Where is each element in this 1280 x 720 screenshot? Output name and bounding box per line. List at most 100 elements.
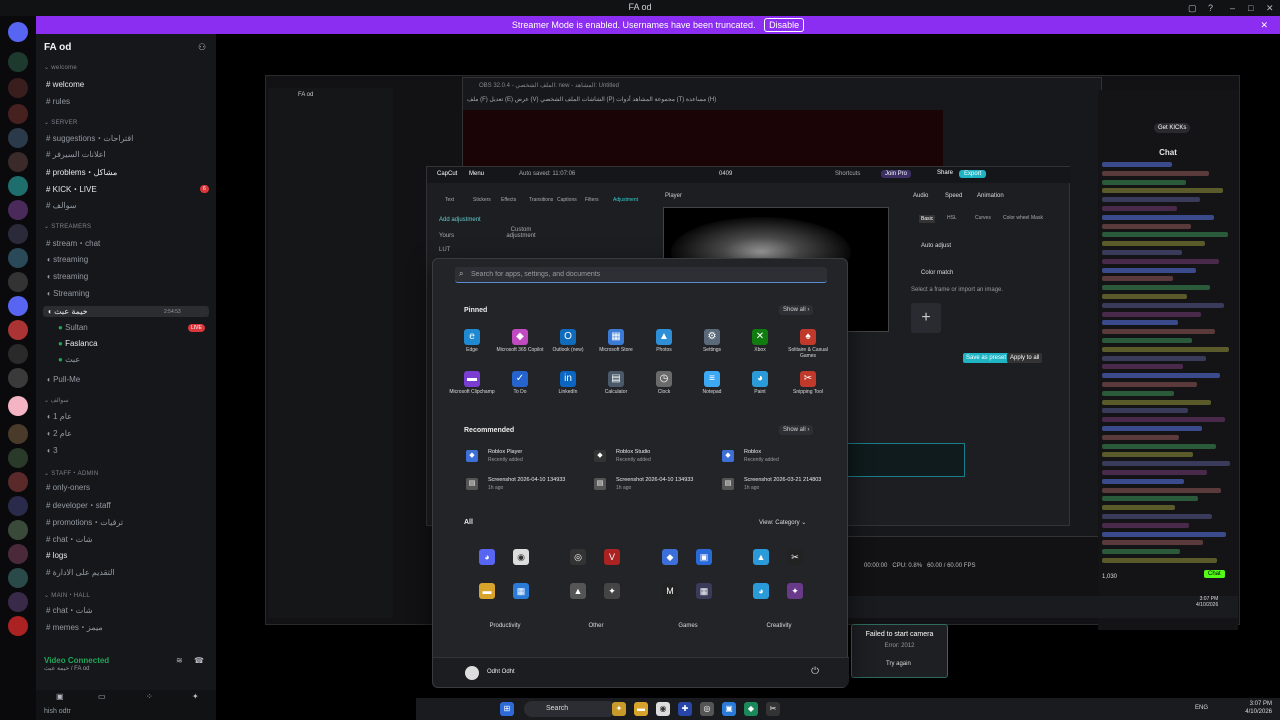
app-icon[interactable]: ◆	[744, 702, 758, 716]
server-icon[interactable]	[8, 592, 28, 612]
channel-item[interactable]: # rules	[46, 97, 70, 106]
start-search-input[interactable]	[471, 269, 811, 280]
disconnect-icon[interactable]: ☎	[194, 656, 204, 665]
channel-category[interactable]: ⌄ welcome	[44, 64, 77, 71]
server-icon[interactable]	[8, 224, 28, 244]
pinned-app[interactable]: ✕ Xbox	[736, 329, 784, 353]
taskbar-search[interactable]: Search	[524, 701, 616, 717]
recommended-show-all-button[interactable]: Show all ›	[779, 425, 814, 435]
channel-item[interactable]: ◖ عام 1	[46, 412, 72, 421]
windows-start-icon[interactable]: ⊞	[500, 702, 514, 716]
voice-user[interactable]: ● عبث	[58, 355, 80, 364]
channel-item[interactable]: # developer・staff	[46, 500, 111, 511]
pinned-app[interactable]: ✂ Snipping Tool	[784, 371, 832, 395]
pinned-app[interactable]: in LinkedIn	[544, 371, 592, 395]
voice-user[interactable]: ● Sultan	[58, 323, 88, 332]
channel-item[interactable]: # logs	[46, 551, 67, 560]
channel-item[interactable]: # promotions・ترقيات	[46, 517, 123, 528]
taskbar-clock[interactable]: 3:07 PM 4/10/2026	[1245, 700, 1272, 716]
disable-streamer-mode-button[interactable]: Disable	[764, 18, 805, 32]
widget-icon[interactable]: ✦	[612, 702, 626, 716]
channel-item[interactable]: ◖ Pull-Me	[46, 375, 80, 384]
minimize-button[interactable]: –	[1230, 3, 1235, 13]
channel-item[interactable]: # chat・شات	[46, 605, 92, 616]
server-icon[interactable]	[8, 248, 28, 268]
close-icon[interactable]: ✕	[1260, 16, 1268, 34]
pinned-app[interactable]: ⚙ Settings	[688, 329, 736, 353]
recommended-item[interactable]: ▤ Screenshot 2026-03-21 214803 1h ago	[722, 475, 844, 495]
recommended-item[interactable]: ◆ Roblox Recently added	[722, 447, 844, 467]
close-button[interactable]: ✕	[1266, 3, 1274, 14]
noise-suppression-icon[interactable]: ≋	[176, 656, 183, 665]
server-icon[interactable]	[8, 616, 28, 636]
maximize-button[interactable]: □	[1248, 3, 1253, 13]
channel-item[interactable]: # welcome	[46, 80, 84, 89]
server-icon[interactable]	[8, 472, 28, 492]
channel-item[interactable]: ◖ streaming	[46, 255, 88, 264]
server-icon[interactable]	[8, 568, 28, 588]
server-icon[interactable]	[8, 424, 28, 444]
server-icon[interactable]	[8, 496, 28, 516]
start-user-name[interactable]: Odht Odht	[487, 669, 515, 675]
server-icon[interactable]	[8, 104, 28, 124]
channel-item[interactable]: # اعلانات السيرفر	[46, 150, 106, 159]
language-indicator[interactable]: ENG	[1195, 705, 1208, 711]
username[interactable]: hish odtr	[44, 708, 71, 715]
channel-item[interactable]: ◖ 3	[46, 446, 58, 455]
discord-home-icon[interactable]	[8, 22, 28, 42]
camera-icon[interactable]: ▣	[56, 692, 64, 701]
channel-category[interactable]: ⌄ STAFF・ADMIN	[44, 468, 98, 477]
channel-item[interactable]: ◖ خيمة عبث	[43, 306, 209, 317]
channel-item[interactable]: # stream・chat	[46, 238, 100, 249]
pinned-app[interactable]: ▦ Microsoft Store	[592, 329, 640, 353]
app-category-folder[interactable]: ◆ ▣ M ▦ Games	[650, 539, 726, 629]
pinned-app[interactable]: ◷ Clock	[640, 371, 688, 395]
server-icon[interactable]	[8, 448, 28, 468]
view-category-button[interactable]: View: Category ⌄	[759, 519, 806, 526]
channel-item[interactable]: # memes・ميمز	[46, 622, 103, 633]
channel-item[interactable]: # only-oners	[46, 483, 90, 492]
channel-item[interactable]: # chat・شات	[46, 534, 92, 545]
add-friend-icon[interactable]: ⚇	[198, 42, 206, 53]
server-icon[interactable]	[8, 272, 28, 292]
app-category-folder[interactable]: ▲ ✂ ◕ ✦ Creativity	[741, 539, 817, 629]
pinned-app[interactable]: ▤ Calculator	[592, 371, 640, 395]
soundboard-icon[interactable]: ✦	[192, 692, 199, 701]
channel-item[interactable]: # التقديم على الادارة	[46, 568, 115, 577]
recommended-item[interactable]: ◆ Roblox Player Recently added	[466, 447, 588, 467]
pinned-app[interactable]: ✓ To Do	[496, 371, 544, 395]
recommended-item[interactable]: ▤ Screenshot 2026-04-10 134933 1h ago	[594, 475, 716, 495]
capcut-icon[interactable]: ✂	[766, 702, 780, 716]
channel-category[interactable]: ⌄ SERVER	[44, 119, 78, 126]
channel-item[interactable]: # سوالف	[46, 201, 76, 210]
pinned-app[interactable]: ♠ Solitaire & Casual Games	[784, 329, 832, 359]
chrome-icon[interactable]: ◉	[656, 702, 670, 716]
pinned-app[interactable]: ▬ Microsoft Clipchamp	[448, 371, 496, 395]
pinned-show-all-button[interactable]: Show all ›	[779, 305, 814, 315]
avatar[interactable]	[465, 666, 479, 680]
app-icon[interactable]: ✚	[678, 702, 692, 716]
channel-category[interactable]: ⌄ سوالف	[44, 397, 69, 404]
channel-item[interactable]: ◖ عام 2	[46, 429, 72, 438]
app-icon[interactable]: ▣	[722, 702, 736, 716]
recommended-item[interactable]: ◆ Roblox Studio Recently added	[594, 447, 716, 467]
server-icon[interactable]	[8, 396, 28, 416]
power-icon[interactable]: ⏻	[811, 666, 819, 677]
server-icon[interactable]	[8, 520, 28, 540]
channel-category[interactable]: ⌄ MAIN・HALL	[44, 590, 90, 599]
channel-item[interactable]: # KICK・LIVE	[46, 184, 97, 195]
recommended-item[interactable]: ▤ Screenshot 2026-04-10 134933 1h ago	[466, 475, 588, 495]
app-category-folder[interactable]: ◕ ◉ ▬ ▦ Productivity	[467, 539, 543, 629]
server-icon[interactable]	[8, 200, 28, 220]
pinned-app[interactable]: ◕ Paint	[736, 371, 784, 395]
file-explorer-icon[interactable]: ▬	[634, 702, 648, 716]
start-search[interactable]: ⌕	[455, 267, 827, 283]
server-icon[interactable]	[8, 152, 28, 172]
server-icon[interactable]	[8, 296, 28, 316]
inbox-icon[interactable]: ▢	[1188, 3, 1197, 14]
pinned-app[interactable]: ◆ Microsoft 365 Copilot	[496, 329, 544, 353]
channel-category[interactable]: ⌄ STREAMERS	[44, 223, 91, 230]
voice-user[interactable]: ● Faslanca	[58, 339, 98, 348]
app-icon[interactable]: ◎	[700, 702, 714, 716]
pinned-app[interactable]: e Edge	[448, 329, 496, 353]
